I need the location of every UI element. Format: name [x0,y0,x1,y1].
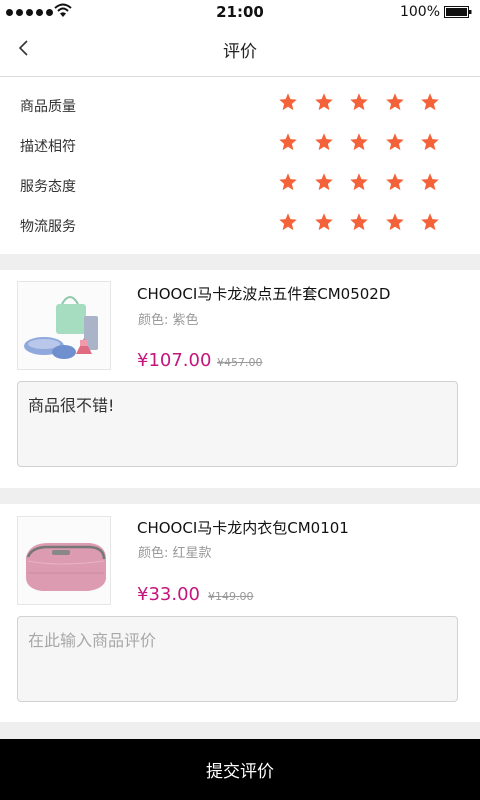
star-icon[interactable] [385,92,405,112]
star-icon[interactable] [278,132,298,152]
product-name: CHOOCI马卡龙内衣包CM0101 [137,519,349,537]
star-icon[interactable] [420,132,440,152]
star-icon[interactable] [278,212,298,232]
star-rating[interactable] [278,172,440,192]
battery-icon [444,6,472,18]
star-icon[interactable] [314,132,334,152]
product-price: ¥33.00 [137,584,200,605]
star-icon[interactable] [349,212,369,232]
star-icon[interactable] [385,172,405,192]
status-bar: 21:00 100% [0,0,480,24]
star-icon[interactable] [349,92,369,112]
submit-review-button[interactable]: 提交评价 [0,739,480,800]
star-icon[interactable] [278,92,298,112]
star-icon[interactable] [420,92,440,112]
product-name: CHOOCI马卡龙波点五件套CM0502D [137,285,391,303]
star-icon[interactable] [385,212,405,232]
rating-row-description: 描述相符 [0,126,480,166]
section-divider [0,722,480,739]
star-rating[interactable] [278,212,440,232]
product-original-price: ¥149.00 [208,590,254,603]
product-image [17,516,111,605]
page-title: 评价 [223,42,257,62]
review-input[interactable] [17,381,458,467]
section-divider [0,488,480,504]
star-icon[interactable] [314,212,334,232]
battery-percent: 100% [399,4,440,20]
product-price: ¥107.00 [137,350,212,371]
product-image [17,281,111,370]
review-input[interactable] [17,616,458,702]
rating-label: 描述相符 [20,139,76,155]
star-rating[interactable] [278,92,440,112]
nav-bar: 评价 [0,24,480,77]
rating-section: 商品质量 描述相符 服务态度 物流服务 [0,78,480,254]
star-icon[interactable] [278,172,298,192]
rating-label: 服务态度 [20,179,76,195]
product-original-price: ¥457.00 [217,356,263,369]
star-icon[interactable] [314,172,334,192]
product-color: 颜色: 紫色 [138,313,199,328]
rating-label: 商品质量 [20,99,76,115]
section-divider [0,254,480,270]
star-rating[interactable] [278,132,440,152]
product-color: 颜色: 红星款 [138,546,212,561]
star-icon[interactable] [314,92,334,112]
star-icon[interactable] [420,212,440,232]
star-icon[interactable] [385,132,405,152]
rating-label: 物流服务 [20,219,76,235]
star-icon[interactable] [349,132,369,152]
product-card: CHOOCI马卡龙波点五件套CM0502D 颜色: 紫色 ¥107.00 ¥45… [0,270,480,488]
rating-row-service: 服务态度 [0,166,480,206]
rating-row-quality: 商品质量 [0,86,480,126]
star-icon[interactable] [420,172,440,192]
rating-row-logistics: 物流服务 [0,206,480,246]
product-card: CHOOCI马卡龙内衣包CM0101 颜色: 红星款 ¥33.00 ¥149.0… [0,504,480,722]
star-icon[interactable] [349,172,369,192]
